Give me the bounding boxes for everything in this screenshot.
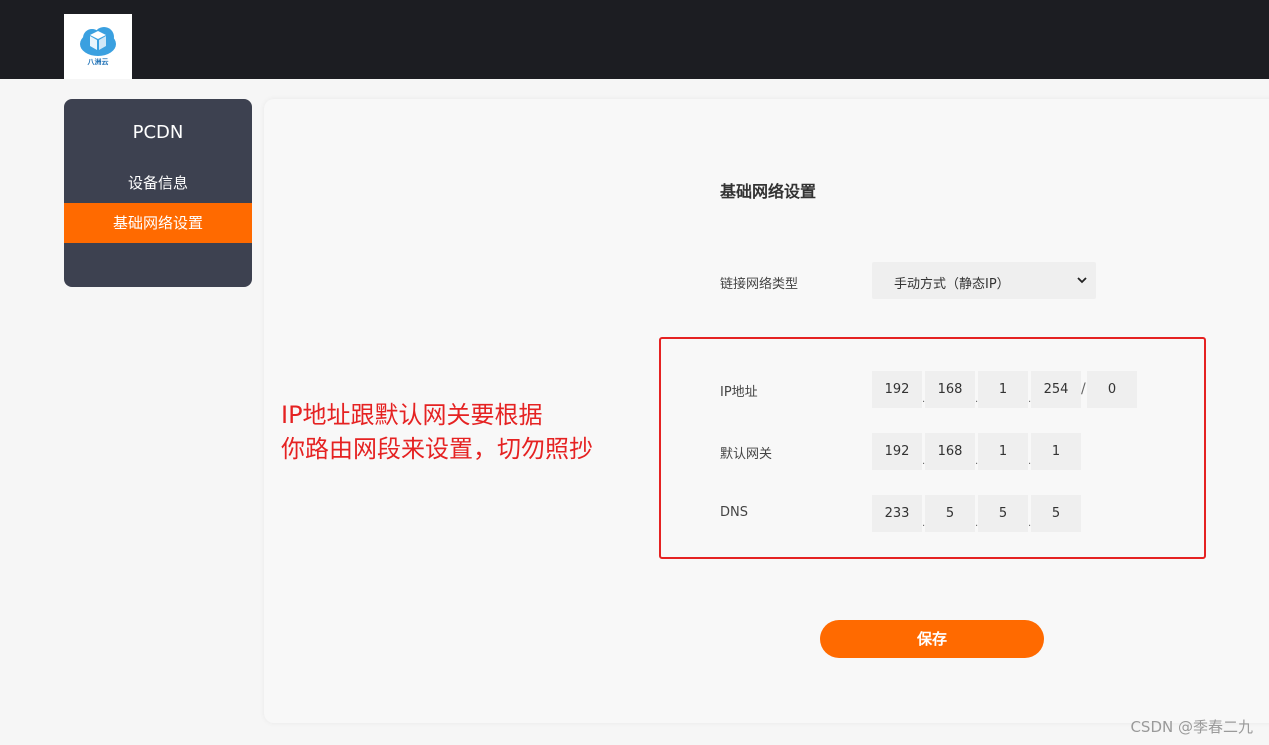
chevron-down-icon [1077,277,1087,284]
sidebar: PCDN 设备信息 基础网络设置 [64,99,252,287]
watermark: CSDN @季春二九 [1130,718,1253,736]
top-bar: 八洲云 [0,0,1269,79]
ip-octet-1-input[interactable]: 192 [872,371,922,408]
ip-address-label: IP地址 [720,385,758,400]
logo-text: 八洲云 [87,58,109,66]
sidebar-title: PCDN [132,122,184,143]
slash-separator: / [1081,381,1086,397]
connection-type-value: 手动方式（静态IP） [894,277,1010,292]
cloud-cube-logo-icon [80,27,116,56]
connection-type-label: 链接网络类型 [720,277,799,292]
dns-octet-4-input[interactable]: 5 [1031,495,1081,532]
gateway-label: 默认网关 [720,447,773,462]
sidebar-item-basic-network[interactable]: 基础网络设置 [64,203,252,243]
save-button[interactable]: 保存 [820,620,1044,658]
ip-octet-3-input[interactable]: 1 [978,371,1028,408]
gateway-octet-4-input[interactable]: 1 [1031,433,1081,470]
ip-octet-4-input[interactable]: 254 [1031,371,1081,408]
connection-type-select[interactable]: 手动方式（静态IP） [872,262,1096,299]
ip-octet-2-input[interactable]: 168 [925,371,975,408]
annotation-note: IP地址跟默认网关要根据 你路由网段来设置，切勿照抄 [281,398,593,466]
subnet-mask-input[interactable]: 0 [1087,371,1137,408]
annotation-line-2: 你路由网段来设置，切勿照抄 [281,435,593,463]
dns-label: DNS [720,505,748,520]
logo: 八洲云 [64,14,132,79]
gateway-octet-3-input[interactable]: 1 [978,433,1028,470]
dns-octet-2-input[interactable]: 5 [925,495,975,532]
dns-octet-3-input[interactable]: 5 [978,495,1028,532]
dns-octet-1-input[interactable]: 233 [872,495,922,532]
annotation-line-1: IP地址跟默认网关要根据 [281,401,543,429]
sidebar-item-device-info[interactable]: 设备信息 [64,163,252,203]
gateway-octet-2-input[interactable]: 168 [925,433,975,470]
gateway-octet-1-input[interactable]: 192 [872,433,922,470]
page-title: 基础网络设置 [720,182,817,201]
